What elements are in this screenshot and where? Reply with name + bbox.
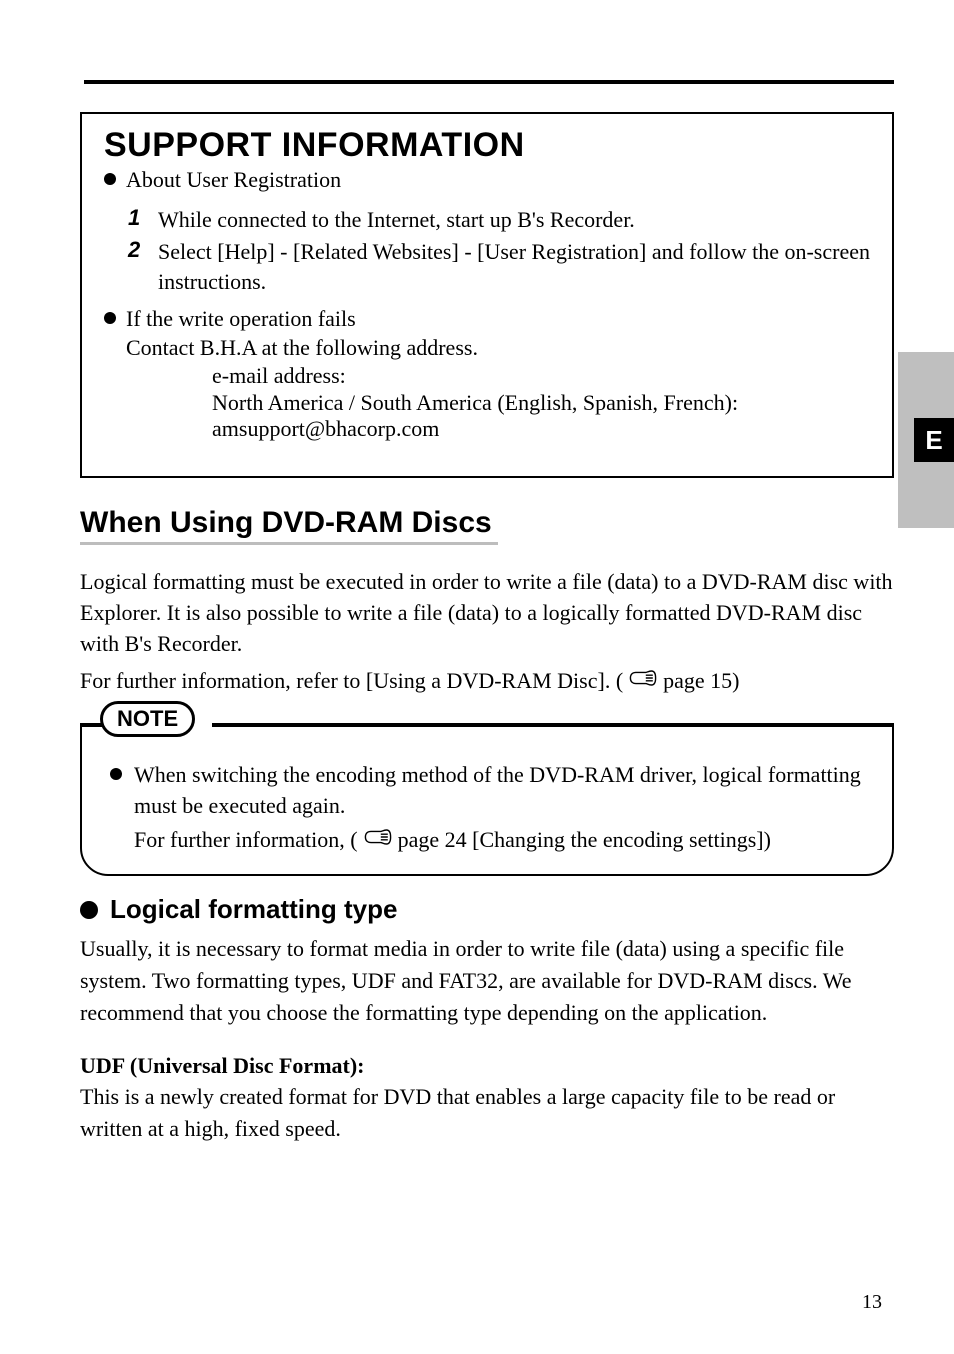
udf-text: This is a newly created format for DVD t… xyxy=(80,1081,894,1145)
bullet-user-registration-text: About User Registration xyxy=(126,167,341,193)
note-sub-line: For further information, ( page 24 [Chan… xyxy=(134,824,870,856)
numbered-steps: 1 While connected to the Internet, start… xyxy=(128,205,870,296)
contact-instruction: Contact B.H.A at the following address. xyxy=(126,335,870,361)
note-body: When switching the encoding method of th… xyxy=(80,723,894,877)
step-1: 1 While connected to the Internet, start… xyxy=(128,205,870,235)
step-text: Select [Help] - [Related Websites] - [Us… xyxy=(158,237,870,296)
bullet-dot-icon xyxy=(80,901,98,919)
contact-email: amsupport@bhacorp.com xyxy=(212,416,870,442)
subheading-row: Logical formatting type xyxy=(80,894,894,925)
bullet-dot-icon xyxy=(110,768,122,780)
top-horizontal-rule xyxy=(84,80,894,84)
note-callout: NOTE When switching the encoding method … xyxy=(80,723,894,877)
page-number: 13 xyxy=(862,1291,882,1314)
note-sub-post: page 24 [Changing the encoding settings]… xyxy=(398,824,771,856)
intro2-post: page 15) xyxy=(663,666,739,697)
bullet-dot-icon xyxy=(104,312,116,324)
note-label: NOTE xyxy=(100,701,195,737)
email-heading: e-mail address: xyxy=(212,363,870,389)
contact-block: e-mail address: North America / South Am… xyxy=(212,363,870,442)
page-content: SUPPORT INFORMATION About User Registrat… xyxy=(0,0,954,1205)
bullet-write-fails: If the write operation fails xyxy=(104,306,870,332)
section-heading: When Using DVD-RAM Discs xyxy=(80,506,498,545)
note-bullet: When switching the encoding method of th… xyxy=(104,759,870,823)
intro2-pre: For further information, refer to [Using… xyxy=(80,666,623,697)
udf-label: UDF (Universal Disc Format): xyxy=(80,1053,894,1079)
udf-block: UDF (Universal Disc Format): This is a n… xyxy=(80,1053,894,1145)
step-number: 2 xyxy=(128,237,158,296)
note-sub-pre: For further information, ( xyxy=(134,824,358,856)
note-bullet-text: When switching the encoding method of th… xyxy=(134,759,870,823)
intro-paragraph-1: Logical formatting must be executed in o… xyxy=(80,567,894,659)
body-paragraph: Usually, it is necessary to format media… xyxy=(80,933,894,1029)
subheading: Logical formatting type xyxy=(110,894,397,925)
support-info-box: SUPPORT INFORMATION About User Registrat… xyxy=(80,112,894,478)
step-number: 1 xyxy=(128,205,158,235)
bullet-write-fails-text: If the write operation fails xyxy=(126,306,356,332)
bullet-user-registration: About User Registration xyxy=(104,167,870,193)
intro-paragraph-2: For further information, refer to [Using… xyxy=(80,666,894,697)
pointing-hand-icon xyxy=(364,827,392,847)
bullet-dot-icon xyxy=(104,173,116,185)
step-text: While connected to the Internet, start u… xyxy=(158,205,635,235)
support-title: SUPPORT INFORMATION xyxy=(104,126,870,165)
section-heading-row: When Using DVD-RAM Discs xyxy=(80,506,894,567)
pointing-hand-icon xyxy=(629,668,657,688)
contact-region: North America / South America (English, … xyxy=(212,390,870,416)
step-2: 2 Select [Help] - [Related Websites] - [… xyxy=(128,237,870,296)
